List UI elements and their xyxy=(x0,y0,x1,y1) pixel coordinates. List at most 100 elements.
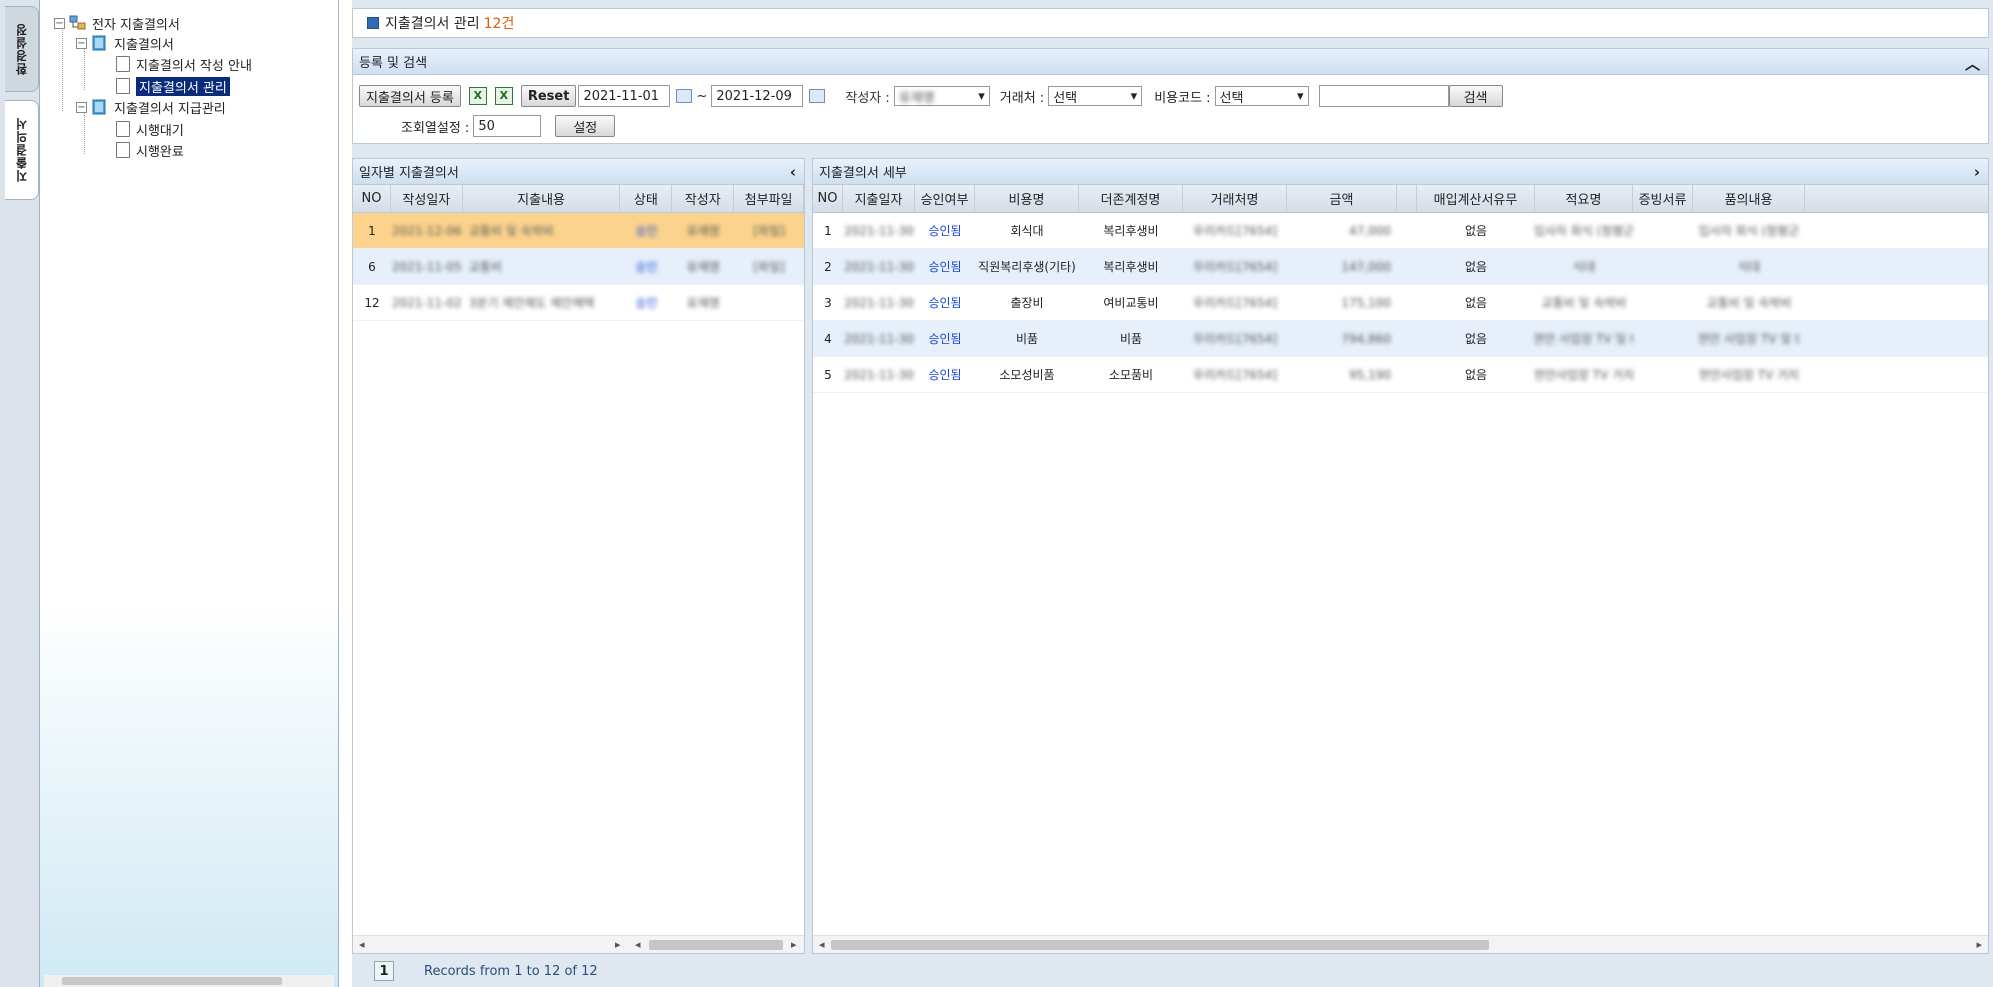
scroll-left-icon[interactable]: ◂ xyxy=(359,938,365,951)
tree-item-guide[interactable]: 지출결의서 작성 안내 xyxy=(116,55,252,74)
writer-select[interactable]: 유재명 ▾ xyxy=(893,86,990,106)
table-cell: 우리카드[7654] xyxy=(1192,368,1278,382)
table-cell xyxy=(1397,321,1417,356)
page-title: 지출결의서 관리 xyxy=(385,16,480,32)
column-header[interactable]: 승인여부 xyxy=(915,185,975,212)
scrollbar-thumb[interactable] xyxy=(831,940,1489,950)
column-header[interactable]: 상태 xyxy=(620,185,673,212)
horizontal-scrollbar[interactable]: ◂ ▸ ◂ ▸ xyxy=(353,935,804,953)
collapse-icon[interactable]: − xyxy=(76,101,87,113)
scroll-left-icon[interactable]: ◂ xyxy=(819,938,825,951)
cell-attachment[interactable]: [파일] xyxy=(734,213,804,248)
right-grid-header: 지출결의서 세부 › xyxy=(813,159,1988,185)
chevron-left-icon[interactable]: ‹ xyxy=(790,163,796,181)
column-header[interactable]: 매입계산서유무 xyxy=(1417,185,1535,212)
cell-date: 2021-11-02 xyxy=(391,295,462,310)
column-header[interactable]: 지출내용 xyxy=(463,185,621,212)
column-header[interactable] xyxy=(1397,185,1417,212)
scrollbar-thumb[interactable] xyxy=(649,940,783,950)
table-cell: 입사자 회식 (청평군 xyxy=(1535,224,1633,238)
tree-root[interactable]: − 전자 지출결의서 xyxy=(54,14,180,33)
table-cell: 승인됨 xyxy=(928,224,962,238)
column-header[interactable]: 거래처명 xyxy=(1183,185,1287,212)
horizontal-scrollbar[interactable]: ◂ ▸ xyxy=(813,935,1988,953)
column-header[interactable]: 지출일자 xyxy=(843,185,915,212)
rows-input[interactable]: 50 xyxy=(473,115,542,137)
tree-group-expense[interactable]: − 지출결의서 xyxy=(76,34,174,53)
table-cell: 식대 xyxy=(1572,260,1596,274)
scroll-right-icon[interactable]: ▸ xyxy=(791,938,797,951)
scroll-right-icon[interactable]: ▸ xyxy=(1976,938,1982,951)
costcode-value: 선택 xyxy=(1219,90,1244,106)
left-grid-columns: NO 작성일자 지출내용 상태 작성자 첨부파일 xyxy=(353,185,804,213)
table-row[interactable]: 12 2021-11-02 3분기 제안제도 제안채택 승인 유재명 xyxy=(353,285,804,321)
column-header[interactable]: 작성일자 xyxy=(391,185,463,212)
column-header[interactable]: NO xyxy=(353,185,391,212)
tree-horizontal-scrollbar[interactable] xyxy=(44,975,334,987)
table-cell: 여비교통비 xyxy=(1103,296,1159,310)
tab-expense[interactable]: 지출결의서 xyxy=(5,100,39,200)
search-panel-title: 등록 및 검색 xyxy=(359,56,428,71)
reset-button[interactable]: Reset xyxy=(520,85,577,107)
cell-attachment[interactable]: [파일] xyxy=(734,249,804,284)
search-panel-header: 등록 및 검색 ︿ xyxy=(353,49,1988,75)
table-row[interactable]: 4 2021-11-30 승인됨 비품 비품 우리카드[7654] 794,860 없음 현안 … xyxy=(813,321,1988,357)
set-button[interactable]: 설정 xyxy=(555,115,616,137)
cell-content: 교통비 및 숙박비 xyxy=(468,224,554,238)
page-title-bar: 지출결의서 관리 12건 xyxy=(352,8,1989,38)
chevron-right-icon[interactable]: › xyxy=(1974,163,1980,181)
calendar-icon[interactable] xyxy=(676,89,693,103)
register-button[interactable]: 지출결의서 등록 xyxy=(359,85,461,107)
table-row[interactable]: 1 2021-11-30 승인됨 회식대 복리후생비 우리카드[7654] 47,000 없음… xyxy=(813,213,1988,249)
collapse-icon[interactable]: − xyxy=(76,37,87,49)
cell-content: 교통비 xyxy=(468,260,502,274)
tree-item-manage[interactable]: 지출결의서 관리 xyxy=(116,76,230,96)
column-header[interactable]: 적요명 xyxy=(1535,185,1633,212)
excel-upload-icon[interactable]: X xyxy=(468,87,487,105)
date-to-input[interactable]: 2021-12-09 xyxy=(711,85,804,107)
tree-item-done[interactable]: 시행완료 xyxy=(116,141,184,160)
vendor-value: 선택 xyxy=(1053,90,1078,106)
excel-download-icon[interactable]: X xyxy=(494,87,513,105)
tree-group-payment[interactable]: − 지출결의서 지급관리 xyxy=(76,98,226,117)
column-header[interactable]: 더존계정명 xyxy=(1079,185,1183,212)
date-from-input[interactable]: 2021-11-01 xyxy=(578,85,671,107)
table-row[interactable]: 5 2021-11-30 승인됨 소모성비품 소모품비 우리카드[7654] 95,190 없… xyxy=(813,357,1988,393)
cell-content: 3분기 제안제도 제안채택 xyxy=(468,296,595,310)
table-cell: 2021-11-30 xyxy=(844,367,914,382)
collapse-icon[interactable]: − xyxy=(54,17,65,29)
cell-attachment[interactable] xyxy=(734,285,804,320)
cell-writer: 유재명 xyxy=(686,296,720,310)
main-area: 지출결의서 관리 12건 등록 및 검색 ︿ 지출결의서 등록 X X Rese… xyxy=(352,0,1993,987)
table-cell: 출장비 xyxy=(1010,296,1044,310)
chevron-down-icon: ▾ xyxy=(1297,88,1304,104)
cell-date: 2021-12-06 xyxy=(391,223,462,238)
scroll-left-icon[interactable]: ◂ xyxy=(635,938,641,951)
scrollbar-thumb[interactable] xyxy=(62,977,282,985)
column-header[interactable]: NO xyxy=(813,185,843,212)
tab-settings[interactable]: 환경설정 xyxy=(5,6,39,92)
table-cell: 없음 xyxy=(1464,260,1488,274)
table-cell: 2021-11-30 xyxy=(844,259,914,274)
column-header[interactable]: 금액 xyxy=(1287,185,1397,212)
column-header[interactable]: 작성자 xyxy=(672,185,735,212)
column-header[interactable]: 첨부파일 xyxy=(734,185,804,212)
column-header[interactable]: 증빙서류 xyxy=(1633,185,1693,212)
search-button[interactable]: 검색 xyxy=(1448,85,1503,107)
table-cell: 우리카드[7654] xyxy=(1192,224,1278,238)
vendor-select[interactable]: 선택 ▾ xyxy=(1048,86,1143,106)
table-row[interactable]: 1 2021-12-06 교통비 및 숙박비 승인 유재명 [파일] xyxy=(353,213,804,249)
calendar-icon[interactable] xyxy=(809,89,826,103)
keyword-input[interactable] xyxy=(1318,85,1449,107)
tree-item-pending[interactable]: 시행대기 xyxy=(116,120,184,139)
chevron-up-icon[interactable]: ︿ xyxy=(1965,53,1980,74)
column-header[interactable]: 품의내용 xyxy=(1693,185,1805,212)
table-row[interactable]: 2 2021-11-30 승인됨 직원복리후생(기타) 복리후생비 우리카드[7654] 1… xyxy=(813,249,1988,285)
table-row[interactable]: 6 2021-11-05 교통비 승인 유재명 [파일] xyxy=(353,249,804,285)
page-button[interactable]: 1 xyxy=(374,961,394,981)
table-row[interactable]: 3 2021-11-30 승인됨 출장비 여비교통비 우리카드[7654] 175,100 없… xyxy=(813,285,1988,321)
table-cell xyxy=(1633,249,1693,284)
costcode-select[interactable]: 선택 ▾ xyxy=(1214,86,1309,106)
scroll-right-icon[interactable]: ▸ xyxy=(615,938,621,951)
column-header[interactable]: 비용명 xyxy=(975,185,1079,212)
